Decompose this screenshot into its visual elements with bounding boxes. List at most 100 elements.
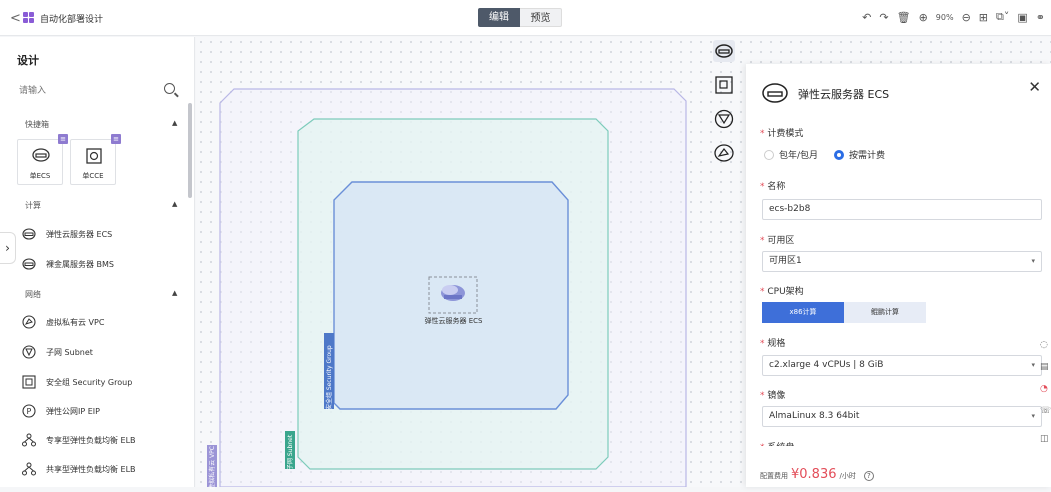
preview-mode-button[interactable]: 预览 <box>520 8 562 27</box>
collapse-quick-icon[interactable]: ▲ <box>172 119 177 127</box>
sidebar-item-label: 共享型弹性负载均衡 ELB <box>46 464 136 474</box>
share-icon[interactable]: ⚭ <box>1036 11 1045 24</box>
float-feedback-icon[interactable]: ◔ <box>1040 384 1051 398</box>
quick-card-cce[interactable]: ≡ 单CCE <box>70 134 121 185</box>
sidebar-item-label: 弹性公网IP EIP <box>46 406 100 416</box>
az-value: 可用区1 <box>769 256 802 266</box>
redo-icon[interactable]: ↷ <box>879 11 888 24</box>
ecs-icon <box>762 83 788 103</box>
sidebar-item-bms[interactable]: 裸金属服务器 BMS <box>22 254 114 274</box>
sidebar-item-label: 裸金属服务器 BMS <box>46 259 115 269</box>
vpc-icon <box>714 144 734 162</box>
sidebar-item-eip[interactable]: P 弹性公网IP EIP <box>22 401 100 421</box>
radio-label: 按需计费 <box>849 151 886 161</box>
radio-label: 包年/包月 <box>779 151 819 161</box>
sidebar-heading: 设计 <box>17 54 39 67</box>
sidebar-item-vpc[interactable]: 虚拟私有云 VPC <box>22 312 104 332</box>
billing-on-demand-radio[interactable]: 按需计费 <box>834 148 885 161</box>
billing-label: 计费模式 <box>760 126 803 139</box>
spec-value: c2.xlarge 4 vCPUs | 8 GiB <box>769 360 884 370</box>
cce-icon <box>86 148 102 164</box>
image-select[interactable]: AlmaLinux 8.3 64bit ▾ <box>762 406 1042 427</box>
ecs-node-icon <box>441 285 465 301</box>
spec-select[interactable]: c2.xlarge 4 vCPUs | 8 GiB ▾ <box>762 355 1042 376</box>
close-icon[interactable]: ✕ <box>1028 78 1041 96</box>
panel-title: 弹性云服务器 ECS <box>798 88 890 101</box>
app-title: 自动化部署设计 <box>40 15 104 25</box>
fit-icon[interactable]: ⊞ <box>979 11 988 24</box>
save-icon[interactable]: ▣ <box>1017 11 1027 24</box>
card-badge-icon: ≡ <box>58 134 68 144</box>
back-icon[interactable]: < <box>10 11 21 26</box>
app-icon <box>23 12 34 23</box>
mode-switch: 编辑 预览 <box>478 8 562 27</box>
collapse-compute-icon[interactable]: ▲ <box>172 200 177 208</box>
security-group-icon <box>22 375 36 389</box>
zoom-out-icon[interactable]: ⊖ <box>962 11 971 24</box>
quick-card-ecs[interactable]: ≡ 单ECS <box>17 134 68 185</box>
cost-label: 配置费用 <box>760 472 788 480</box>
sidebar-item-label: 安全组 Security Group <box>46 377 133 387</box>
node-palette <box>711 40 737 164</box>
ecs-icon <box>32 148 50 162</box>
component-sidebar: 设计 快捷箱 ▲ ≡ 单ECS ≡ 单CCE 计算 ▲ 弹性云服务器 ECS 裸… <box>0 37 195 487</box>
undo-icon[interactable]: ↶ <box>862 11 871 24</box>
edit-mode-button[interactable]: 编辑 <box>478 8 520 27</box>
card-badge-icon: ≡ <box>111 134 121 144</box>
search-icon[interactable] <box>164 83 175 94</box>
float-phone-icon[interactable]: ☏ <box>1040 406 1051 420</box>
palette-ecs[interactable] <box>713 40 735 62</box>
security-group-tag: 安全组 Security Group <box>326 345 333 410</box>
export-icon[interactable]: ⧉˅ <box>996 10 1009 24</box>
ecs-node-label[interactable]: 弹性云服务器 ECS <box>416 316 491 326</box>
ecs-icon <box>22 228 36 240</box>
az-select[interactable]: 可用区1 ▾ <box>762 251 1042 272</box>
palette-subnet[interactable] <box>713 108 735 130</box>
section-network: 网络 <box>25 290 41 299</box>
palette-security-group[interactable] <box>713 74 735 96</box>
float-doc-icon[interactable]: ▤ <box>1040 362 1051 376</box>
cost-unit: /小时 <box>839 472 856 480</box>
section-compute: 计算 <box>25 201 41 210</box>
bms-icon <box>22 258 36 270</box>
ecs-icon <box>715 44 733 58</box>
az-label: 可用区 <box>760 233 794 246</box>
radio-checked-icon <box>834 149 844 160</box>
sidebar-item-ecs[interactable]: 弹性云服务器 ECS <box>22 224 112 244</box>
sidebar-item-label: 专享型弹性负载均衡 ELB <box>46 435 136 445</box>
billing-yearly-radio[interactable]: 包年/包月 <box>764 148 818 161</box>
search-input[interactable] <box>15 80 155 102</box>
sidebar-item-elb-shared[interactable]: 共享型弹性负载均衡 ELB <box>22 459 136 479</box>
sidebar-item-elb-dedicated[interactable]: 专享型弹性负载均衡 ELB <box>22 430 136 450</box>
float-headset-icon[interactable]: ◌ <box>1040 340 1051 354</box>
sidebar-item-subnet[interactable]: 子网 Subnet <box>22 342 93 362</box>
delete-icon[interactable]: 🗑 <box>897 11 911 24</box>
expand-sidebar-icon[interactable]: › <box>0 232 16 264</box>
cpu-x86-tab[interactable]: x86计算 <box>762 302 844 323</box>
cpu-kunpeng-tab[interactable]: 鲲鹏计算 <box>844 302 926 323</box>
subnet-icon <box>22 345 36 359</box>
help-icon[interactable]: ? <box>863 471 874 481</box>
zoom-level: 90% <box>935 12 954 22</box>
elb-icon <box>22 462 36 476</box>
image-label: 镜像 <box>760 388 785 401</box>
cpu-architecture-tabs: x86计算 鲲鹏计算 <box>762 302 926 323</box>
sidebar-item-label: 子网 Subnet <box>46 347 93 357</box>
sidebar-item-label: 弹性云服务器 ECS <box>46 229 113 239</box>
radio-unchecked-icon <box>764 149 774 160</box>
name-label: 名称 <box>760 179 785 192</box>
sidebar-scrollbar[interactable] <box>188 103 192 198</box>
image-value: AlmaLinux 8.3 64bit <box>769 411 860 421</box>
section-quick: 快捷箱 <box>25 120 49 129</box>
name-field[interactable]: ecs-b2b8 <box>762 199 1042 220</box>
collapse-network-icon[interactable]: ▲ <box>172 289 177 297</box>
chevron-down-icon: ▾ <box>1031 412 1035 420</box>
palette-vpc[interactable] <box>713 142 735 164</box>
sidebar-item-security-group[interactable]: 安全组 Security Group <box>22 372 132 392</box>
security-group-icon <box>715 76 733 94</box>
float-chat-icon[interactable]: ◫ <box>1040 434 1051 448</box>
quick-card-label: 单ECS <box>29 172 51 180</box>
quick-card-label: 单CCE <box>82 172 104 180</box>
zoom-in-icon[interactable]: ⊕ <box>919 11 928 24</box>
subnet-tag: 子网 Subnet <box>287 434 294 470</box>
